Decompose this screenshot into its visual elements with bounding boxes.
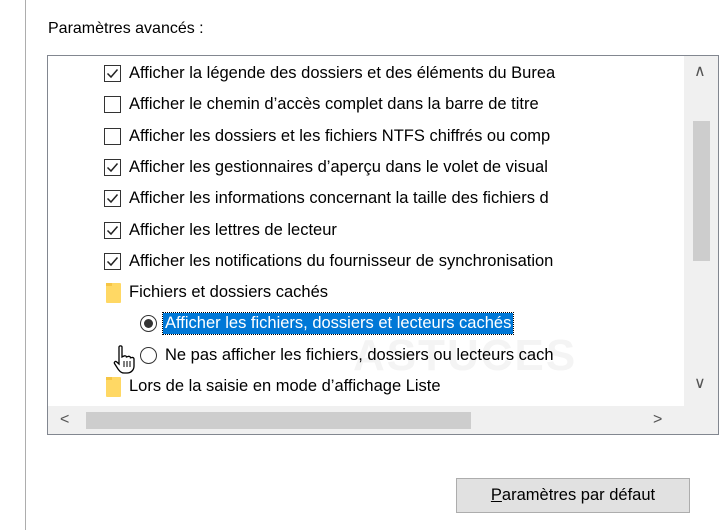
tree-item-label: Afficher les lettres de lecteur (129, 220, 337, 239)
tree-option-row[interactable]: Afficher les gestionnaires d’aperçu dans… (48, 152, 682, 183)
tree-item-label: Afficher le chemin d’accès complet dans … (129, 95, 539, 114)
tree-folder-row: Lors de la saisie en mode d’affichage Li… (48, 371, 682, 402)
advanced-settings-tree[interactable]: ASTUCES Afficher la légende des dossiers… (47, 55, 719, 435)
checkbox-checked[interactable] (104, 158, 121, 176)
checkbox-checked[interactable] (104, 252, 121, 270)
tree-option-row[interactable]: Afficher le chemin d’accès complet dans … (48, 89, 682, 120)
tree-item-label: Ne pas afficher les fichiers, dossiers o… (165, 345, 554, 364)
checkbox-checked[interactable] (104, 221, 121, 239)
scrollbar-corner (684, 406, 718, 434)
check-icon (106, 194, 119, 204)
folder-icon (106, 282, 121, 303)
tree-item-label: Afficher les gestionnaires d’aperçu dans… (129, 157, 548, 176)
checkbox-checked[interactable] (104, 65, 121, 82)
checkbox-unchecked[interactable] (104, 96, 121, 114)
tree-option-row[interactable]: Afficher les dossiers et les fichiers NT… (48, 121, 682, 152)
scroll-left-icon[interactable]: < (60, 412, 69, 428)
scroll-down-icon[interactable]: ∨ (694, 376, 706, 392)
tree-item-label: Fichiers et dossiers cachés (129, 283, 328, 302)
checkbox-unchecked[interactable] (104, 127, 121, 145)
vertical-scroll-thumb[interactable] (693, 121, 710, 261)
tree-option-row[interactable]: Ne pas afficher les fichiers, dossiers o… (48, 340, 682, 371)
horizontal-scroll-thumb[interactable] (86, 412, 471, 429)
checkbox-checked[interactable] (104, 190, 121, 208)
tree-rows: Afficher la légende des dossiers et des … (48, 56, 682, 406)
tree-item-label: Afficher les dossiers et les fichiers NT… (129, 126, 551, 145)
tree-option-row[interactable]: Afficher les fichiers, dossiers et lecte… (48, 308, 682, 339)
tree-option-row[interactable]: Afficher les informations concernant la … (48, 183, 682, 214)
scroll-right-icon[interactable]: > (653, 412, 662, 428)
hand-pointer-icon (113, 345, 135, 374)
tree-item-label: Afficher les fichiers, dossiers et lecte… (161, 312, 515, 336)
check-icon (106, 256, 119, 266)
horizontal-scrollbar[interactable]: < > (48, 406, 718, 434)
section-label: Paramètres avancés : (48, 20, 204, 37)
tree-item-label: Afficher les notifications du fournisseu… (129, 251, 554, 270)
tree-folder-row: Fichiers et dossiers cachés (48, 277, 682, 308)
tree-option-row[interactable]: Afficher la légende des dossiers et des … (48, 58, 682, 89)
check-icon (106, 225, 119, 235)
advanced-settings-panel: Paramètres avancés : ASTUCES Afficher la… (25, 0, 720, 530)
restore-defaults-label: aramètres par défaut (501, 486, 656, 504)
folder-icon (106, 376, 121, 397)
check-icon (106, 162, 119, 172)
check-icon (106, 69, 119, 79)
tree-option-row[interactable]: Afficher les notifications du fournisseu… (48, 246, 682, 277)
tree-option-row[interactable]: Afficher les lettres de lecteur (48, 215, 682, 246)
tree-item-label: Lors de la saisie en mode d’affichage Li… (129, 377, 441, 395)
vertical-scrollbar[interactable]: ∧ ∨ (684, 56, 718, 406)
radio-selected[interactable] (140, 315, 157, 333)
restore-defaults-accel: P (490, 486, 502, 504)
scroll-up-icon[interactable]: ∧ (694, 64, 706, 80)
tree-item-label: Afficher la légende des dossiers et des … (129, 64, 556, 82)
tree-item-label: Afficher les informations concernant la … (129, 189, 549, 208)
restore-defaults-button[interactable]: Paramètres par défaut (456, 478, 690, 513)
radio-unselected[interactable] (140, 346, 157, 364)
